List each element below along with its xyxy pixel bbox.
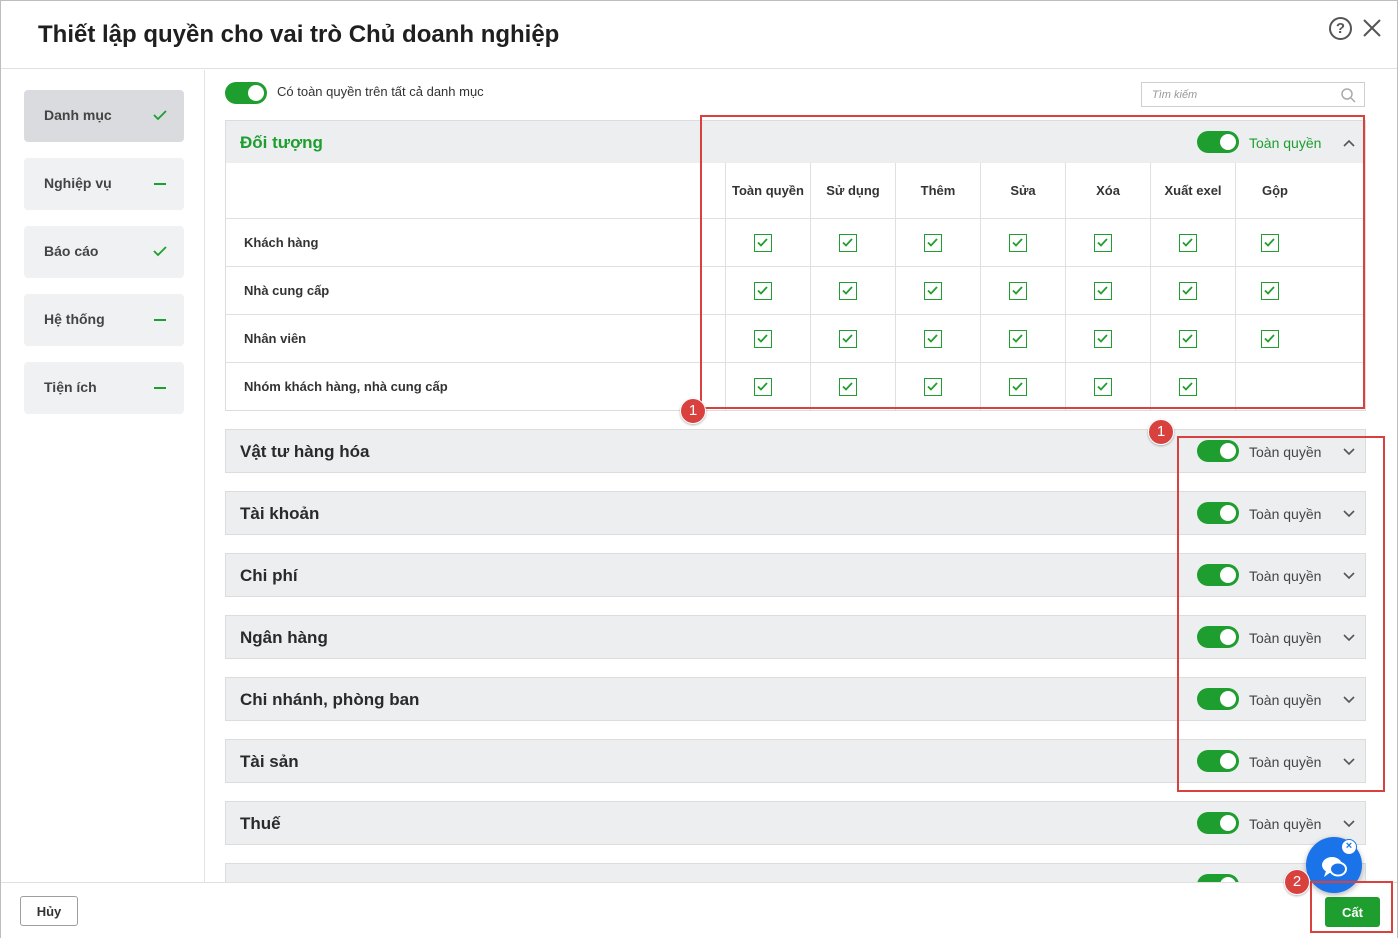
all-permissions-toggle[interactable]	[225, 82, 267, 104]
help-icon[interactable]: ?	[1329, 17, 1352, 40]
row-label-cell	[226, 363, 726, 410]
annotation-badge: 2	[1284, 869, 1310, 895]
scrollbar[interactable]	[1387, 70, 1397, 765]
group-title: Thuế	[240, 814, 281, 833]
sidebar-item-he-thong[interactable]: Hệ thống	[24, 294, 184, 346]
sidebar-item-danh-muc[interactable]: Danh mục	[24, 90, 184, 142]
sidebar-item-bao-cao[interactable]: Báo cáo	[24, 226, 184, 278]
permission-dialog: Thiết lập quyền cho vai trò Chủ doanh ng…	[0, 0, 1398, 938]
dash-icon	[154, 183, 166, 185]
close-icon[interactable]	[1361, 17, 1383, 39]
group-full-permission-toggle[interactable]	[1197, 874, 1239, 882]
row-label-cell	[226, 315, 726, 362]
annotation-badge: 1	[680, 398, 706, 424]
search-placeholder: Tìm kiếm	[1152, 89, 1198, 101]
search-input[interactable]: Tìm kiếm	[1141, 82, 1365, 107]
check-icon	[153, 110, 167, 121]
annotation-box-toggles	[1177, 436, 1385, 792]
group-title: Vật tư hàng hóa	[240, 442, 370, 461]
group-toggle-label: Toàn quyền	[1249, 816, 1322, 832]
row-label-cell	[226, 267, 726, 314]
group-header[interactable]: Thuế Toàn quyền	[225, 801, 1366, 845]
all-permissions-label: Có toàn quyền trên tất cả danh mục	[277, 84, 484, 99]
group-header-partial[interactable]	[225, 863, 1366, 882]
group-title: Ngân hàng	[240, 628, 328, 647]
annotation-box-table	[700, 115, 1365, 409]
sidebar-item-label: Danh mục	[44, 107, 112, 123]
dialog-title: Thiết lập quyền cho vai trò Chủ doanh ng…	[38, 21, 560, 48]
search-icon[interactable]	[1340, 87, 1356, 103]
group-full-permission-toggle[interactable]	[1197, 812, 1239, 834]
group-title: Tài khoản	[240, 504, 320, 523]
dialog-header: Thiết lập quyền cho vai trò Chủ doanh ng…	[1, 1, 1397, 69]
group-title: Chi nhánh, phòng ban	[240, 690, 420, 709]
chevron-down-icon[interactable]	[1342, 817, 1356, 831]
sidebar-item-nghiep-vu[interactable]: Nghiệp vụ	[24, 158, 184, 210]
dash-icon	[154, 319, 166, 321]
sidebar-item-label: Tiện ích	[44, 379, 97, 395]
sidebar-item-tien-ich[interactable]: Tiện ích	[24, 362, 184, 414]
group-title: Đối tượng	[240, 133, 323, 152]
sidebar-item-label: Báo cáo	[44, 243, 99, 259]
chat-close-icon[interactable]: ×	[1341, 839, 1357, 855]
annotation-badge: 1	[1148, 419, 1174, 445]
dash-icon	[154, 387, 166, 389]
cancel-button[interactable]: Hủy	[20, 896, 78, 926]
row-label-cell	[226, 219, 726, 266]
check-icon	[153, 246, 167, 257]
group-title: Tài sản	[240, 752, 299, 771]
sidebar-item-label: Nghiệp vụ	[44, 175, 112, 191]
sidebar: Danh mục Nghiệp vụ Báo cáo Hệ thống Tiện…	[1, 70, 205, 882]
annotation-box-save	[1310, 881, 1393, 933]
dialog-footer: Hủy Cất	[1, 882, 1397, 938]
table-header-blank	[226, 163, 726, 218]
group-title: Chi phí	[240, 566, 298, 585]
sidebar-item-label: Hệ thống	[44, 311, 105, 327]
